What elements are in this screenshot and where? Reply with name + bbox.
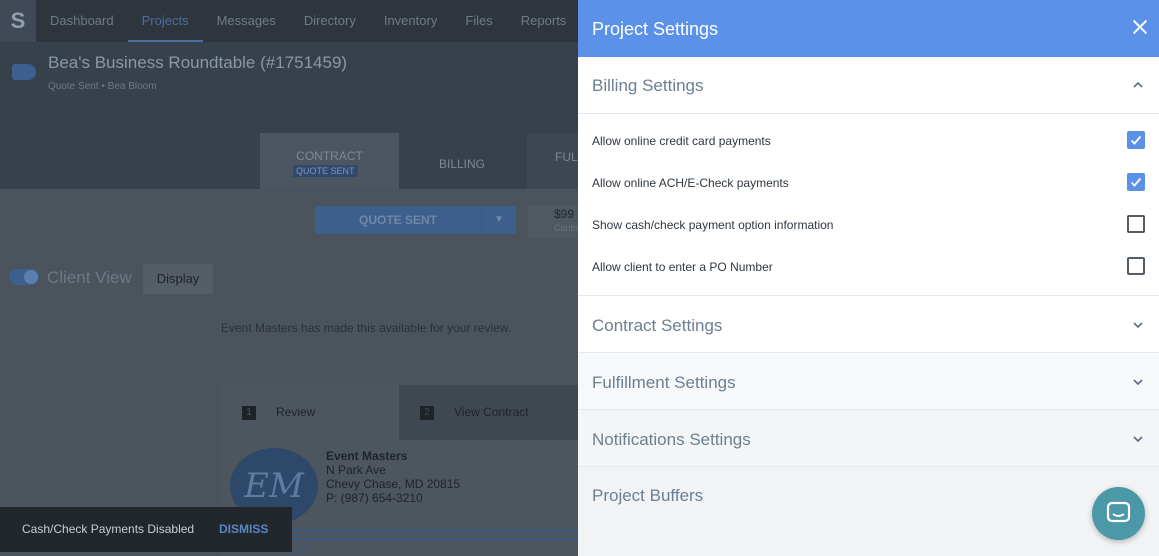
po-number-checkbox[interactable] — [1127, 257, 1145, 275]
toast-message: Cash/Check Payments Disabled — [22, 522, 195, 536]
section-title: Notifications Settings — [592, 430, 751, 449]
section-title: Contract Settings — [592, 316, 723, 335]
nav-inventory[interactable]: Inventory — [370, 0, 451, 42]
chevron-down-icon[interactable] — [1133, 377, 1143, 387]
option-row: Allow online ACH/E-Check payments — [578, 162, 1159, 204]
option-row: Show cash/check payment option informati… — [578, 204, 1159, 246]
project-title: Bea's Business Roundtable (#1751459) — [48, 53, 348, 72]
quote-status-button[interactable]: QUOTE SENT — [315, 206, 481, 234]
nav-files[interactable]: Files — [451, 0, 506, 42]
cash-check-checkbox[interactable] — [1127, 215, 1145, 233]
nav-messages[interactable]: Messages — [203, 0, 290, 42]
company-address-2: Chevy Chase, MD 20815 — [326, 477, 461, 491]
billing-options: Allow online credit card payments Allow … — [578, 114, 1159, 296]
chat-launcher-button[interactable] — [1092, 487, 1145, 540]
panel-header: Project Settings — [578, 0, 1159, 57]
ach-checkbox[interactable] — [1127, 173, 1145, 191]
toast-divider — [292, 530, 578, 532]
availability-message: Event Masters has made this available fo… — [221, 321, 512, 335]
section-title: Billing Settings — [592, 76, 704, 95]
client-view-label: Client View — [47, 268, 132, 287]
step-label: Review — [276, 405, 316, 419]
panel-title: Project Settings — [592, 19, 719, 39]
chevron-up-icon[interactable] — [1133, 80, 1143, 90]
company-name: Event Masters — [326, 449, 408, 463]
contract-total-label: Contra — [554, 223, 582, 233]
display-button[interactable]: Display — [143, 264, 213, 294]
company-address-1: N Park Ave — [326, 463, 386, 477]
toast-dismiss-button[interactable]: DISMISS — [219, 522, 268, 536]
app-logo[interactable]: S — [0, 0, 36, 42]
option-row: Allow client to enter a PO Number — [578, 246, 1159, 288]
checkbox-checked-icon — [1130, 135, 1142, 145]
section-title: Fulfillment Settings — [592, 373, 736, 392]
tab-contract[interactable]: CONTRACT QUOTE SENT — [260, 133, 399, 189]
steps-bar: 1 Review 2 View Contract — [221, 385, 578, 440]
credit-card-checkbox[interactable] — [1127, 131, 1145, 149]
section-fulfillment-settings[interactable]: Fulfillment Settings — [578, 353, 1159, 410]
caret-down-icon: ▼ — [494, 214, 504, 225]
nav-dashboard[interactable]: Dashboard — [36, 0, 128, 42]
tab-billing[interactable]: BILLING — [399, 133, 525, 189]
section-project-buffers[interactable]: Project Buffers — [578, 467, 1159, 556]
nav-projects[interactable]: Projects — [127, 0, 203, 42]
tag-icon — [12, 64, 36, 80]
nav-directory[interactable]: Directory — [290, 0, 370, 42]
step-number: 2 — [420, 405, 434, 420]
checkbox-checked-icon — [1130, 177, 1142, 187]
section-contract-settings[interactable]: Contract Settings — [578, 296, 1159, 353]
option-label: Allow client to enter a PO Number — [592, 260, 773, 274]
project-settings-panel: Project Settings Billing Settings Allow … — [578, 0, 1159, 556]
tab-contract-label: CONTRACT — [296, 149, 363, 163]
option-label: Show cash/check payment option informati… — [592, 218, 834, 232]
step-view-contract[interactable]: 2 View Contract — [399, 385, 578, 440]
section-billing-settings[interactable]: Billing Settings — [578, 57, 1159, 114]
nav-reports[interactable]: Reports — [507, 0, 581, 42]
section-notifications-settings[interactable]: Notifications Settings — [578, 410, 1159, 467]
option-row: Allow online credit card payments — [578, 120, 1159, 162]
company-phone: P: (987) 654-3210 — [326, 491, 423, 505]
quote-sent-badge: QUOTE SENT — [293, 165, 358, 177]
option-label: Allow online ACH/E-Check payments — [592, 176, 789, 190]
chevron-down-icon[interactable] — [1133, 434, 1143, 444]
step-label: View Contract — [454, 405, 529, 419]
chat-icon — [1106, 501, 1131, 523]
quote-status-dropdown[interactable]: ▼ — [482, 206, 516, 234]
toast-tail-text: 000 — [292, 547, 306, 556]
toast-notification: Cash/Check Payments Disabled DISMISS — [0, 507, 292, 552]
section-title: Project Buffers — [592, 486, 704, 505]
project-subtitle: Quote Sent • Bea Bloom — [48, 81, 157, 92]
contract-total: $99 Contra — [528, 205, 582, 239]
close-icon[interactable] — [1130, 17, 1150, 37]
company-info: Event Masters N Park Ave Chevy Chase, MD… — [326, 449, 460, 505]
chevron-down-icon[interactable] — [1133, 320, 1143, 330]
contract-total-value: $99 — [554, 207, 575, 221]
option-label: Allow online credit card payments — [592, 134, 771, 148]
client-view-toggle[interactable] — [9, 269, 39, 285]
step-review[interactable]: 1 Review — [221, 385, 399, 440]
step-number: 1 — [242, 405, 256, 420]
